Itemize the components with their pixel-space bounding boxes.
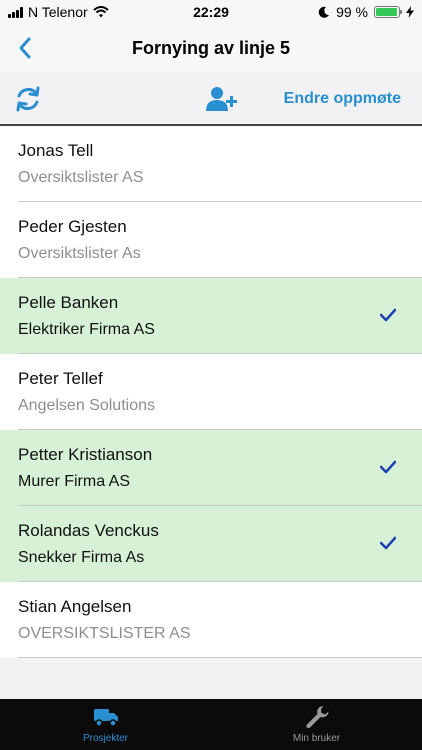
list-item[interactable]: Pelle Banken Elektriker Firma AS [0,278,422,354]
list-item[interactable]: Peder Gjesten Oversiktslister As [0,202,422,278]
charging-icon [406,6,414,18]
checkmark-icon [380,308,396,322]
page-title: Fornying av linje 5 [131,38,291,58]
wrench-icon [305,706,328,729]
tab-my-user[interactable]: Min bruker [211,699,422,750]
moon-icon [318,6,330,18]
attendee-company: Elektriker Firma AS [18,321,155,338]
battery-percent: 99 % [336,4,368,20]
tab-projects[interactable]: Prosjekter [0,699,211,750]
tab-bar: Prosjekter Min bruker [0,699,422,750]
attendee-list: Jonas Tell Oversiktslister AS Peder Gjes… [0,126,422,658]
checkmark-icon [380,460,396,474]
attendee-name: Peder Gjesten [18,217,127,236]
add-user-icon[interactable] [206,86,238,112]
status-bar: N Telenor 22:29 99 % [0,0,422,24]
attendee-company: Oversiktslister As [18,245,141,262]
checkmark-icon [380,536,396,550]
attendee-name: Pelle Banken [18,293,119,312]
attendee-company: Oversiktslister AS [18,169,144,186]
tab-my-user-label: Min bruker [292,733,341,744]
attendee-company: OVERSIKTSLISTER AS [18,625,191,642]
edit-attendance-button[interactable]: Endre oppmøte [284,90,401,108]
attendee-name: Peter Tellef [18,369,103,388]
battery-icon [374,6,402,18]
attendee-company: Murer Firma AS [18,473,131,490]
attendee-name: Jonas Tell [18,141,94,160]
list-item[interactable]: Petter Kristianson Murer Firma AS [0,430,422,506]
toolbar: Endre oppmøte [0,72,422,126]
status-right: 99 % [318,4,414,20]
nav-bar: Fornying av linje 5 [0,24,422,72]
list-item[interactable]: Rolandas Venckus Snekker Firma As [0,506,422,582]
list-item[interactable]: Stian Angelsen OVERSIKTSLISTER AS [0,582,422,658]
attendee-name: Stian Angelsen [18,597,132,616]
list-item[interactable]: Peter Tellef Angelsen Solutions [0,354,422,430]
list-item[interactable]: Jonas Tell Oversiktslister AS [0,126,422,202]
truck-icon [93,709,118,727]
attendee-company: Snekker Firma As [18,549,145,566]
tab-projects-label: Prosjekter [82,733,128,744]
attendee-name: Rolandas Venckus [18,521,159,540]
attendee-name: Petter Kristianson [18,445,153,464]
attendee-company: Angelsen Solutions [18,397,155,414]
refresh-icon[interactable] [14,84,42,114]
